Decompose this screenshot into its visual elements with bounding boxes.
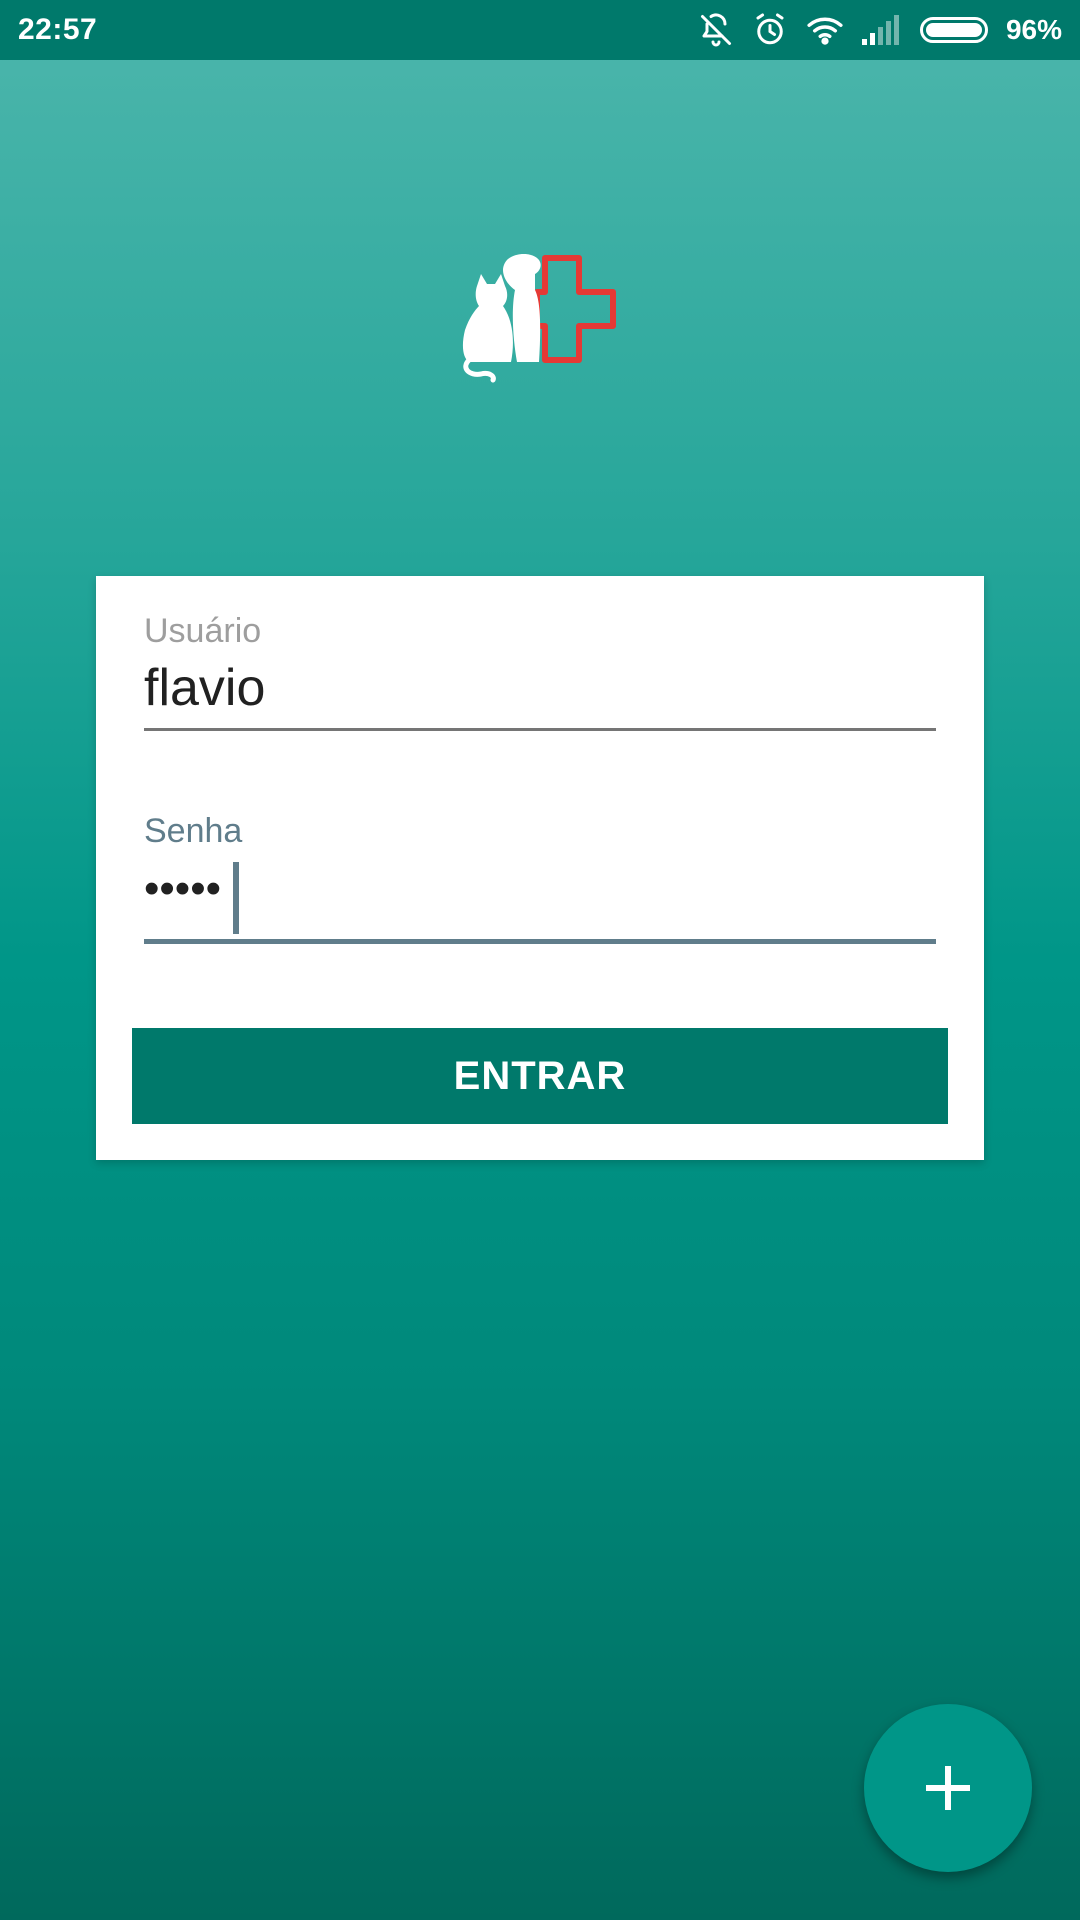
battery-icon <box>919 17 988 43</box>
password-field[interactable]: Senha ••••• <box>144 812 936 962</box>
username-input[interactable]: flavio <box>144 658 265 718</box>
battery-percent: 96% <box>1005 14 1062 45</box>
username-field[interactable]: Usuário flavio <box>144 612 936 762</box>
status-icons: 96% <box>698 0 1062 60</box>
login-button[interactable]: ENTRAR <box>132 1028 948 1124</box>
pet-cross-logo-icon <box>462 254 616 383</box>
status-time: 22:57 <box>18 13 98 46</box>
status-bar: 22:57 96% <box>0 0 1080 60</box>
alarm-icon <box>752 12 788 48</box>
password-label: Senha <box>144 812 243 850</box>
username-label: Usuário <box>144 612 262 650</box>
add-fab-button[interactable] <box>864 1704 1032 1872</box>
wifi-icon <box>806 14 844 46</box>
password-input[interactable]: ••••• <box>144 864 221 914</box>
signal-icon <box>861 15 902 45</box>
login-card: Usuário flavio Senha ••••• ENTRAR <box>96 576 984 1160</box>
password-underline <box>144 939 936 944</box>
bell-off-icon <box>698 12 734 48</box>
app-logo <box>455 250 635 385</box>
username-underline <box>144 728 936 731</box>
plus-icon <box>926 1766 970 1810</box>
text-cursor <box>233 862 239 934</box>
